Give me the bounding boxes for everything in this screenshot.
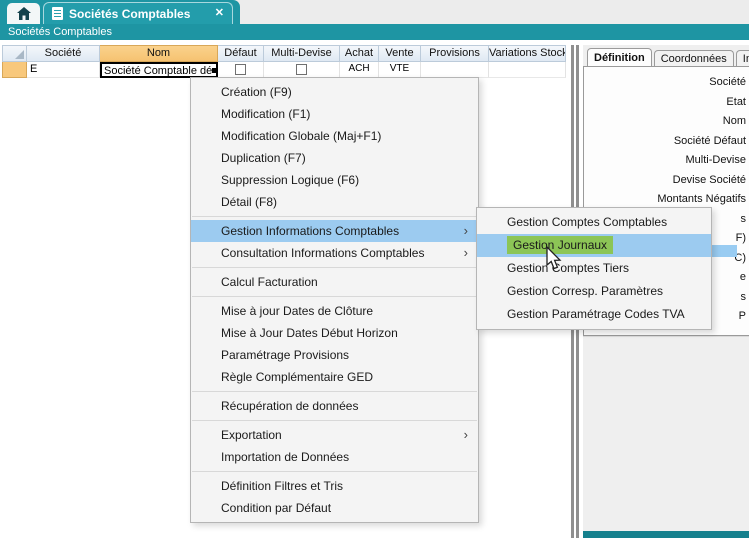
menu-item-regle-complementaire-ged[interactable]: Règle Complémentaire GED bbox=[191, 366, 478, 388]
tab-societes-comptables[interactable]: Sociétés Comptables ✕ bbox=[43, 2, 233, 24]
corner-triangle-icon bbox=[15, 50, 24, 59]
detail-tabs: Définition Coordonnées In bbox=[583, 45, 749, 67]
cell-provisions[interactable] bbox=[421, 62, 489, 78]
column-header-provisions[interactable]: Provisions bbox=[421, 45, 489, 62]
menu-item-consultation-informations-comptables[interactable]: Consultation Informations Comptables› bbox=[191, 242, 478, 264]
submenu-item-gestion-comptes-tiers[interactable]: Gestion Comptes Tiers bbox=[477, 257, 711, 280]
menu-item-definition-filtres-tris[interactable]: Définition Filtres et Tris bbox=[191, 475, 478, 497]
column-header-multi-devise[interactable]: Multi-Devise bbox=[264, 45, 340, 62]
submenu-item-gestion-corresp-parametres[interactable]: Gestion Corresp. Paramètres bbox=[477, 280, 711, 303]
menu-item-maj-dates-cloture[interactable]: Mise à jour Dates de Clôture bbox=[191, 300, 478, 322]
column-header-societe[interactable]: Société bbox=[27, 45, 100, 62]
tab-strip: Sociétés Comptables ✕ bbox=[0, 0, 749, 24]
field-label-multi-devise: Multi-Devise bbox=[584, 151, 749, 171]
multi-devise-checkbox[interactable] bbox=[296, 64, 307, 75]
menu-separator bbox=[192, 216, 477, 217]
submenu-arrow-icon: › bbox=[464, 242, 468, 264]
table-header-row: Société Nom Défaut Multi-Devise Achat Ve… bbox=[2, 45, 566, 62]
submenu-item-gestion-parametrage-codes-tva[interactable]: Gestion Paramétrage Codes TVA bbox=[477, 303, 711, 326]
cell-multi-devise[interactable] bbox=[264, 62, 340, 78]
tab-definition[interactable]: Définition bbox=[587, 48, 652, 67]
field-label-nom: Nom bbox=[584, 112, 749, 132]
mouse-cursor-icon bbox=[545, 246, 563, 272]
submenu-item-gestion-comptes-comptables[interactable]: Gestion Comptes Comptables bbox=[477, 211, 711, 234]
submenu-gestion-informations: Gestion Comptes Comptables Gestion Journ… bbox=[476, 207, 712, 330]
menu-item-exportation[interactable]: Exportation› bbox=[191, 424, 478, 446]
table-row[interactable]: E Société Comptable dé ACH VTE bbox=[2, 62, 566, 78]
selection-handle[interactable] bbox=[212, 68, 217, 73]
cell-variations-stock[interactable] bbox=[489, 62, 566, 78]
field-label-etat: Etat bbox=[584, 93, 749, 113]
column-header-vente[interactable]: Vente bbox=[379, 45, 421, 62]
tab-coordonnees[interactable]: Coordonnées bbox=[654, 50, 734, 67]
cell-defaut[interactable] bbox=[218, 62, 264, 78]
context-menu: Création (F9) Modification (F1) Modifica… bbox=[190, 77, 479, 523]
menu-separator bbox=[192, 471, 477, 472]
cell-vente[interactable]: VTE bbox=[379, 62, 421, 78]
field-label-societe: Société bbox=[584, 73, 749, 93]
menu-item-calcul-facturation[interactable]: Calcul Facturation bbox=[191, 271, 478, 293]
menu-item-creation[interactable]: Création (F9) bbox=[191, 81, 478, 103]
menu-item-modification[interactable]: Modification (F1) bbox=[191, 103, 478, 125]
submenu-item-gestion-journaux[interactable]: Gestion Journaux bbox=[477, 234, 711, 257]
companies-table: Société Nom Défaut Multi-Devise Achat Ve… bbox=[2, 45, 566, 78]
menu-separator bbox=[192, 420, 477, 421]
menu-item-maj-dates-debut-horizon[interactable]: Mise à Jour Dates Début Horizon bbox=[191, 322, 478, 344]
panel-bottom-bar bbox=[583, 531, 749, 538]
menu-separator bbox=[192, 391, 477, 392]
defaut-checkbox[interactable] bbox=[235, 64, 246, 75]
cell-achat[interactable]: ACH bbox=[340, 62, 379, 78]
corner-header-cell[interactable] bbox=[2, 45, 27, 62]
app-window: Sociétés Comptables ✕ Sociétés Comptable… bbox=[0, 0, 749, 538]
row-selector-cell[interactable] bbox=[2, 62, 27, 78]
menu-item-duplication[interactable]: Duplication (F7) bbox=[191, 147, 478, 169]
document-icon bbox=[52, 7, 63, 20]
column-header-variations-stock[interactable]: Variations Stock bbox=[489, 45, 566, 62]
menu-item-suppression-logique[interactable]: Suppression Logique (F6) bbox=[191, 169, 478, 191]
panel-empty-area bbox=[583, 336, 749, 531]
tab-label: Sociétés Comptables bbox=[69, 7, 190, 21]
menu-item-detail[interactable]: Détail (F8) bbox=[191, 191, 478, 213]
menu-item-gestion-informations-comptables[interactable]: Gestion Informations Comptables› bbox=[191, 220, 478, 242]
menu-item-condition-par-defaut[interactable]: Condition par Défaut bbox=[191, 497, 478, 519]
field-label-societe-defaut: Société Défaut bbox=[584, 132, 749, 152]
field-label-devise-societe: Devise Société bbox=[584, 171, 749, 191]
column-header-defaut[interactable]: Défaut bbox=[218, 45, 264, 62]
menu-item-modification-globale[interactable]: Modification Globale (Maj+F1) bbox=[191, 125, 478, 147]
cell-nom-selected[interactable]: Société Comptable dé bbox=[100, 62, 218, 78]
home-tab[interactable] bbox=[7, 3, 40, 24]
submenu-arrow-icon: › bbox=[464, 220, 468, 242]
submenu-arrow-icon: › bbox=[464, 424, 468, 446]
menu-separator bbox=[192, 267, 477, 268]
home-icon bbox=[17, 7, 31, 20]
column-header-achat[interactable]: Achat bbox=[340, 45, 379, 62]
selected-field-highlight bbox=[709, 245, 737, 257]
menu-item-recuperation-donnees[interactable]: Récupération de données bbox=[191, 395, 478, 417]
tab-close-icon[interactable]: ✕ bbox=[215, 8, 224, 19]
column-header-nom[interactable]: Nom bbox=[100, 45, 218, 62]
menu-separator bbox=[192, 296, 477, 297]
cell-societe[interactable]: E bbox=[27, 62, 100, 78]
breadcrumb: Sociétés Comptables bbox=[0, 24, 749, 40]
tab-in-truncated[interactable]: In bbox=[736, 50, 749, 67]
menu-item-parametrage-provisions[interactable]: Paramétrage Provisions bbox=[191, 344, 478, 366]
menu-item-importation-donnees[interactable]: Importation de Données bbox=[191, 446, 478, 468]
